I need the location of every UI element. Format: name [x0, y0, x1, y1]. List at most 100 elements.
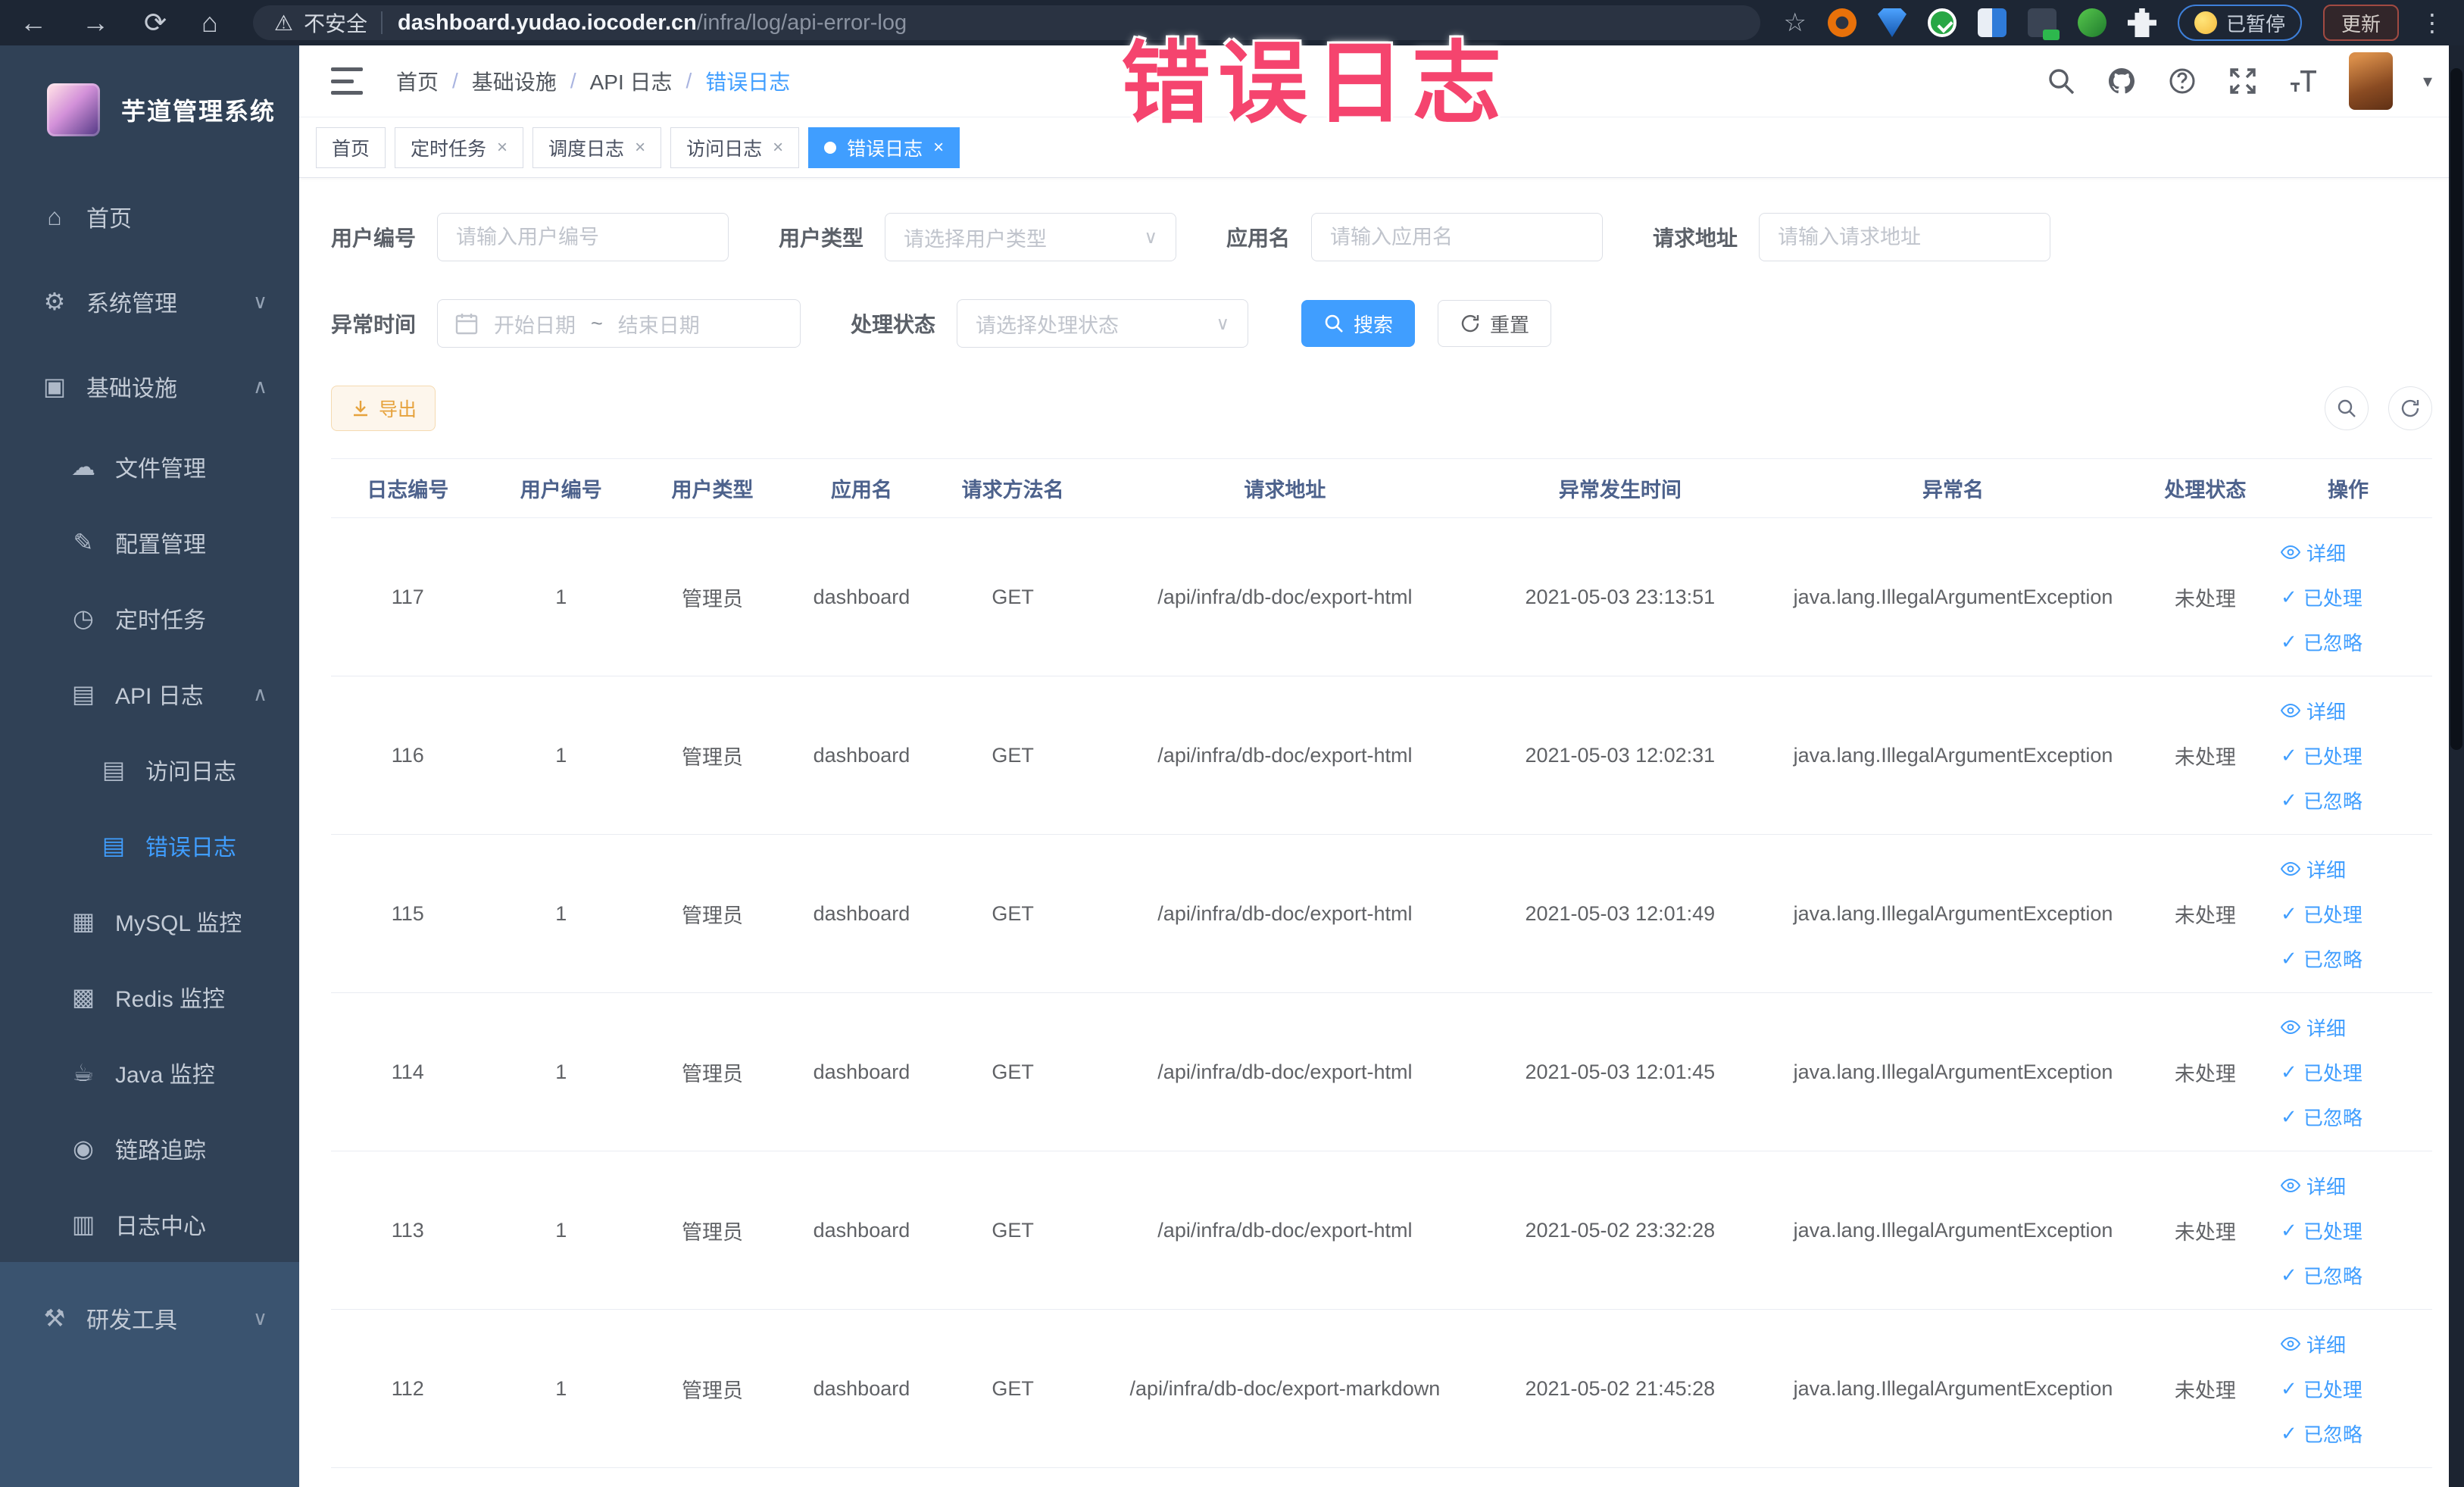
mark-processed-link[interactable]: ✓ 已处理: [2281, 900, 2363, 928]
sidebar-item-infrastructure[interactable]: ▣ 基础设施 ∧: [0, 344, 299, 429]
search-icon[interactable]: [2046, 66, 2076, 96]
exception-time-range-picker[interactable]: 开始日期 ~ 结束日期: [437, 299, 801, 348]
user-id-input[interactable]: [437, 213, 729, 261]
mark-ignored-link[interactable]: ✓ 已忽略: [2281, 786, 2363, 814]
breadcrumb-item[interactable]: API 日志: [590, 66, 673, 96]
detail-link[interactable]: 详细: [2281, 1014, 2346, 1042]
mark-ignored-link[interactable]: ✓ 已忽略: [2281, 628, 2363, 656]
help-icon[interactable]: [2167, 66, 2197, 96]
detail-link-label: 详细: [2306, 542, 2347, 565]
sidebar-item-access-log[interactable]: ▤ 访问日志: [0, 732, 299, 808]
browser-menu-icon[interactable]: ⋮: [2420, 8, 2444, 37]
table-header-row: 日志编号 用户编号 用户类型 应用名 请求方法名 请求地址 异常发生时间 异常名…: [331, 458, 2432, 518]
close-icon[interactable]: ×: [773, 138, 783, 157]
sidebar-item-error-log[interactable]: ▤ 错误日志: [0, 808, 299, 883]
app-title: 芋道管理系统: [121, 98, 276, 125]
sidebar-item-mysql-monitor[interactable]: ▦ MySQL 监控: [0, 883, 299, 959]
mark-processed-link[interactable]: ✓ 已处理: [2281, 583, 2363, 611]
back-icon[interactable]: ←: [20, 9, 47, 36]
sidebar-item-home[interactable]: ⌂ 首页: [0, 174, 299, 259]
exception-name-cell: java.lang.IllegalArgumentException: [1760, 1309, 2147, 1468]
sidebar-item-api-log[interactable]: ▤ API 日志 ∧: [0, 656, 299, 732]
sidebar-item-scheduled-tasks[interactable]: ◷ 定时任务: [0, 580, 299, 656]
user-type-select[interactable]: 请选择用户类型 ∨: [885, 213, 1177, 261]
reset-button[interactable]: 重置: [1438, 300, 1552, 347]
mark-ignored-link[interactable]: ✓ 已忽略: [2281, 1103, 2363, 1131]
sidebar-item-system-management[interactable]: ⚙ 系统管理 ∨: [0, 259, 299, 344]
mark-processed-link[interactable]: ✓ 已处理: [2281, 1375, 2363, 1403]
tab-home[interactable]: 首页: [316, 127, 386, 168]
mark-processed-link[interactable]: ✓ 已处理: [2281, 1058, 2363, 1086]
home-icon[interactable]: ⌂: [201, 9, 218, 36]
exception-time-cell: 2021-05-03 12:02:31: [1480, 676, 1760, 835]
search-button[interactable]: 搜索: [1301, 300, 1416, 347]
request-url-input[interactable]: [1759, 213, 2051, 261]
bookmark-star-icon[interactable]: ☆: [1783, 8, 1806, 38]
status-select[interactable]: 请选择处理状态 ∨: [957, 299, 1249, 348]
toggle-search-icon[interactable]: [2325, 386, 2369, 430]
tab-error-log[interactable]: 错误日志 ×: [808, 127, 960, 168]
mark-ignored-link[interactable]: ✓ 已忽略: [2281, 1261, 2363, 1289]
refresh-table-icon[interactable]: [2388, 386, 2432, 430]
sidebar-item-tracing[interactable]: ◉ 链路追踪: [0, 1111, 299, 1186]
sidebar-item-redis-monitor[interactable]: ▩ Redis 监控: [0, 959, 299, 1035]
extension-icon[interactable]: [1977, 8, 2006, 37]
error-log-table: 日志编号 用户编号 用户类型 应用名 请求方法名 请求地址 异常发生时间 异常名…: [331, 458, 2432, 1468]
cloud-upload-icon: ☁: [71, 453, 95, 480]
sidebar-item-java-monitor[interactable]: ☕ Java 监控: [0, 1035, 299, 1111]
url-path: /infra/log/api-error-log: [696, 10, 907, 35]
exception-name-cell: java.lang.IllegalArgumentException: [1760, 834, 2147, 993]
close-icon[interactable]: ×: [635, 138, 645, 157]
detail-link[interactable]: 详细: [2281, 1172, 2346, 1200]
fullscreen-icon[interactable]: [2228, 66, 2258, 96]
mark-processed-link[interactable]: ✓ 已处理: [2281, 742, 2363, 770]
address-bar[interactable]: ⚠ 不安全 dashboard.yudao.iocoder.cn /infra/…: [252, 5, 1760, 40]
user-menu-caret-icon[interactable]: ▾: [2423, 70, 2432, 92]
exception-name-cell: java.lang.IllegalArgumentException: [1760, 1151, 2147, 1310]
export-button[interactable]: 导出: [331, 386, 436, 431]
browser-update-button[interactable]: 更新: [2322, 5, 2399, 41]
extension-icon[interactable]: [1877, 8, 1907, 37]
detail-link[interactable]: 详细: [2281, 697, 2346, 725]
detail-link[interactable]: 详细: [2281, 539, 2346, 567]
breadcrumb-item[interactable]: 基础设施: [472, 66, 557, 96]
sidebar-item-file-management[interactable]: ☁ 文件管理: [0, 429, 299, 505]
app-logo[interactable]: 芋道管理系统: [0, 45, 299, 174]
app-name-input[interactable]: [1311, 213, 1604, 261]
sidebar-item-log-center[interactable]: ▥ 日志中心: [0, 1186, 299, 1262]
github-icon[interactable]: [2106, 66, 2137, 96]
sidebar-item-dev-tools[interactable]: ⚒ 研发工具 ∨: [0, 1280, 299, 1356]
status-cell: 未处理: [2146, 676, 2265, 835]
tab-scheduled-tasks[interactable]: 定时任务 ×: [395, 127, 524, 168]
user-avatar[interactable]: [2348, 52, 2393, 110]
app-name-cell: dashboard: [786, 517, 936, 676]
tab-access-log[interactable]: 访问日志 ×: [670, 127, 800, 168]
tab-schedule-log[interactable]: 调度日志 ×: [532, 127, 662, 168]
mark-ignored-link[interactable]: ✓ 已忽略: [2281, 945, 2363, 973]
detail-link[interactable]: 详细: [2281, 855, 2346, 883]
mark-ignored-link[interactable]: ✓ 已忽略: [2281, 1420, 2363, 1448]
close-icon[interactable]: ×: [933, 138, 944, 157]
profile-paused-chip[interactable]: 已暂停: [2177, 5, 2302, 41]
sidebar-item-config-management[interactable]: ✎ 配置管理: [0, 505, 299, 580]
exception-time-cell: 2021-05-02 23:32:28: [1480, 1151, 1760, 1310]
extension-icon[interactable]: [2077, 8, 2106, 37]
collapse-sidebar-icon[interactable]: [331, 67, 363, 95]
forward-icon[interactable]: →: [82, 9, 109, 36]
extension-icon[interactable]: [1927, 8, 1957, 37]
security-warning-icon[interactable]: ⚠: [274, 11, 293, 36]
breadcrumb-item[interactable]: 首页: [396, 66, 439, 96]
page-scrollbar[interactable]: [2449, 45, 2464, 1487]
extension-icon[interactable]: [1827, 8, 1857, 37]
scrollbar-thumb[interactable]: [2450, 68, 2462, 750]
extension-icon[interactable]: [2027, 8, 2060, 40]
exception-time-cell: 2021-05-03 12:01:45: [1480, 992, 1760, 1151]
close-icon[interactable]: ×: [497, 138, 507, 157]
extension-puzzle-icon[interactable]: [2127, 8, 2156, 37]
detail-link[interactable]: 详细: [2281, 1330, 2346, 1358]
request-url-cell: /api/infra/db-doc/export-html: [1089, 517, 1481, 676]
reload-icon[interactable]: ⟳: [144, 9, 167, 36]
mark-processed-link[interactable]: ✓ 已处理: [2281, 1217, 2363, 1245]
operations-cell: 详细 ✓ 已处理 ✓ 已忽略: [2264, 992, 2432, 1151]
font-size-icon[interactable]: [2288, 66, 2319, 96]
